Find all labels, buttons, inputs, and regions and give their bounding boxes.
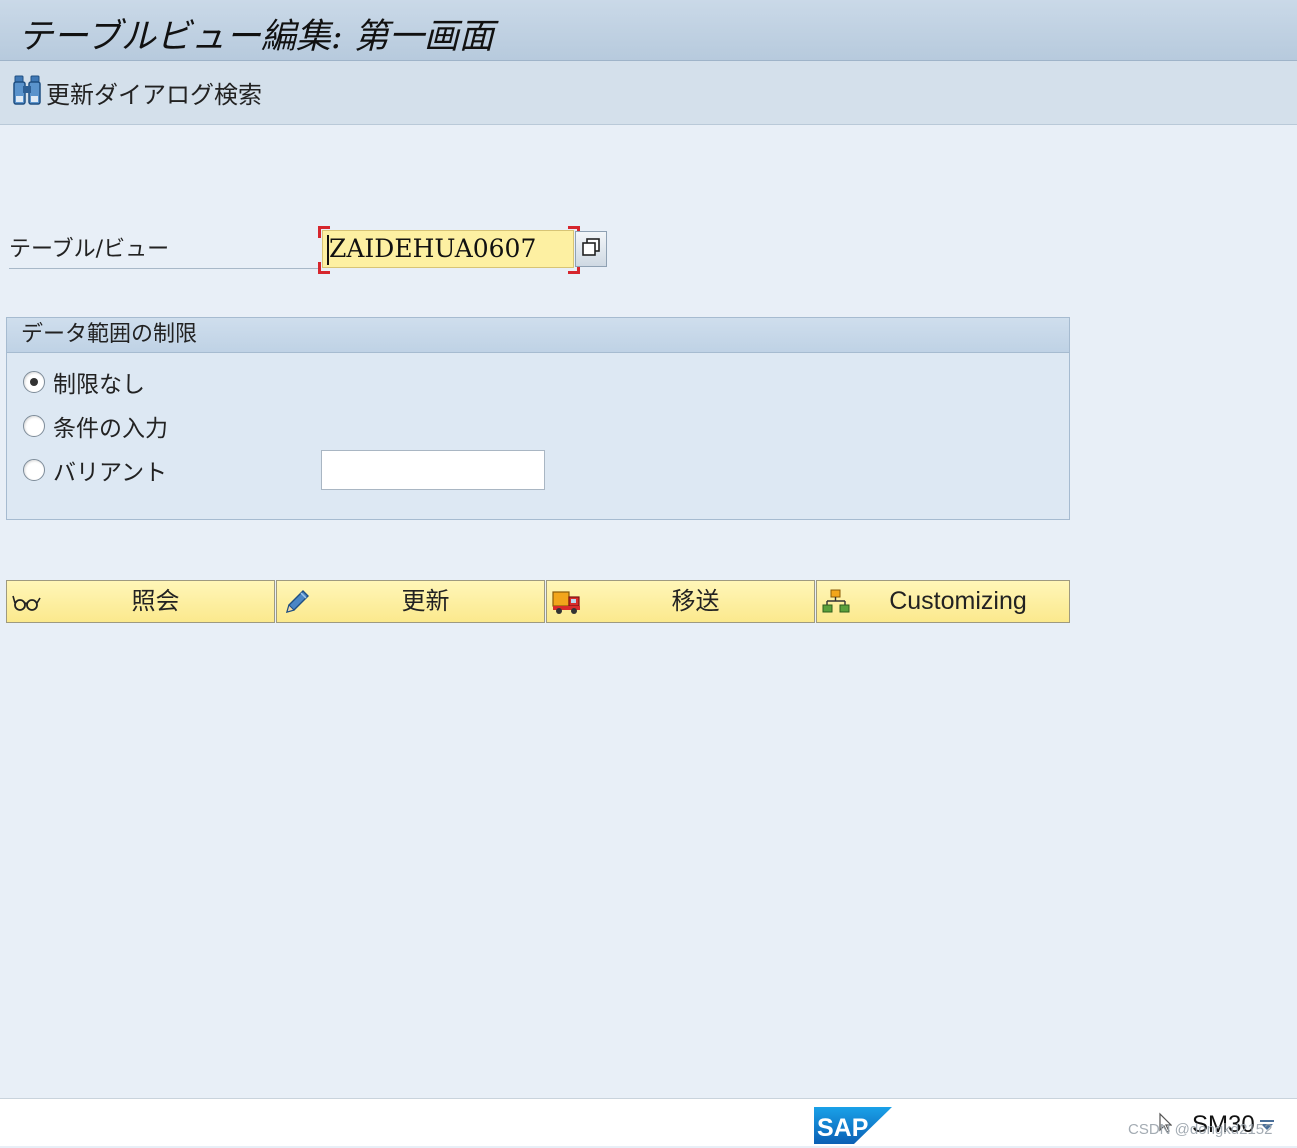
title-bar: テーブルビュー編集: 第一画面 (0, 0, 1297, 61)
sap-logo: SAP (814, 1107, 892, 1144)
data-range-group-title: データ範囲の制限 (7, 318, 1069, 353)
radio-label: 制限なし (53, 372, 145, 398)
radio-label: 条件の入力 (53, 416, 168, 442)
radio-button-selected[interactable] (23, 371, 45, 393)
radio-variant[interactable]: バリアント (23, 453, 167, 487)
application-toolbar: 更新ダイアログ検索 (0, 61, 1297, 125)
radio-no-restriction[interactable]: 制限なし (23, 365, 145, 399)
binoculars-icon (12, 74, 42, 110)
display-button[interactable]: 照会 (6, 580, 275, 623)
customizing-label: Customizing (889, 587, 1027, 615)
search-dialog-label: 更新ダイアログ検索 (46, 80, 262, 109)
page-title: テーブルビュー編集: 第一画面 (18, 17, 494, 57)
text-cursor (327, 235, 329, 265)
radio-label: バリアント (53, 460, 168, 486)
status-bar: SAP SM30 CSDN @dongkd2152 (0, 1098, 1297, 1146)
watermark-text: CSDN @dongkd2152 (1128, 1121, 1273, 1138)
radio-button[interactable] (23, 415, 45, 437)
customizing-button[interactable]: Customizing (816, 580, 1070, 623)
value-help-button[interactable] (575, 231, 607, 267)
display-label: 照会 (131, 587, 180, 615)
radio-enter-conditions[interactable]: 条件の入力 (23, 409, 168, 443)
transport-label: 移送 (671, 587, 720, 615)
value-help-icon (581, 237, 601, 261)
maintain-button[interactable]: 更新 (276, 580, 545, 623)
maintain-label: 更新 (401, 587, 450, 615)
table-view-label: テーブル/ビュー (9, 232, 321, 269)
radio-button[interactable] (23, 459, 45, 481)
transport-button[interactable]: 移送 (546, 580, 815, 623)
svg-text:SAP: SAP (817, 1114, 868, 1142)
variant-input[interactable] (321, 450, 545, 490)
table-view-input[interactable]: ZAIDEHUA0607 (322, 230, 574, 268)
search-dialog-button[interactable]: 更新ダイアログ検索 (12, 75, 262, 109)
data-range-group: データ範囲の制限 制限なし 条件の入力 バリアント (6, 317, 1070, 520)
